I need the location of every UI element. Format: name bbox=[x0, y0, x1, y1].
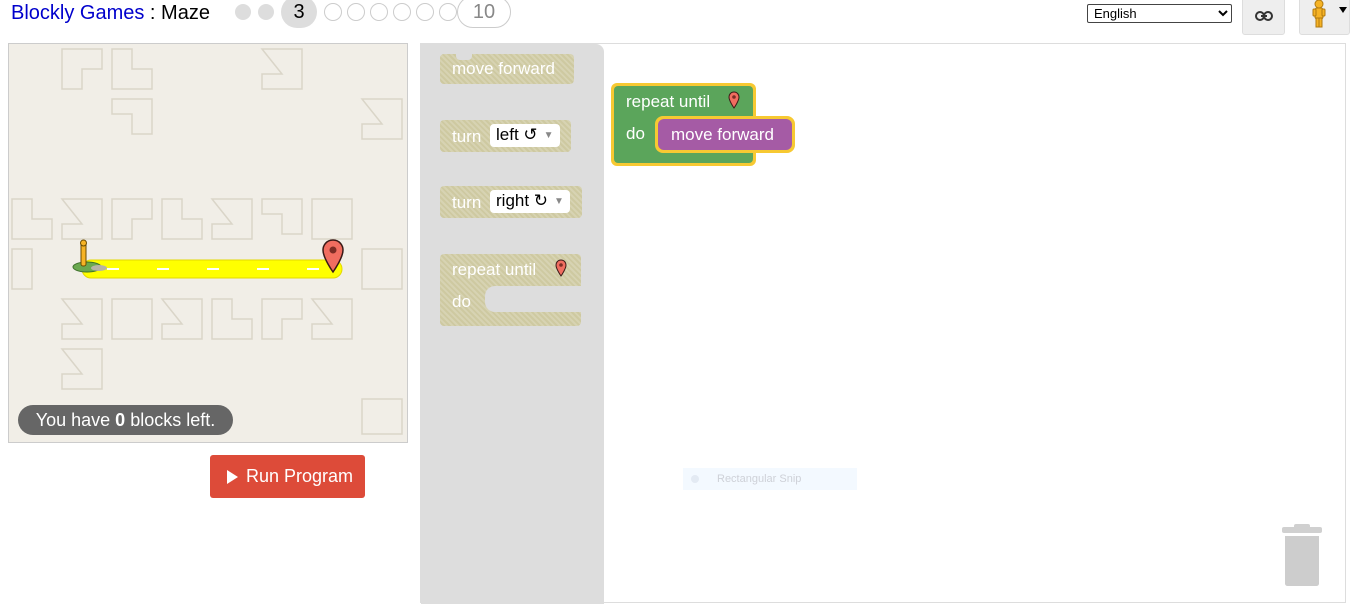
goal-pin-icon bbox=[728, 91, 740, 109]
level-2-dot[interactable] bbox=[258, 4, 274, 20]
dropdown-arrow-icon: ▼ bbox=[543, 130, 554, 141]
snip-label: Rectangular Snip bbox=[717, 473, 802, 485]
language-select[interactable]: English bbox=[1087, 4, 1232, 23]
toolbox-turn-right-block[interactable]: turn right ↻ ▼ bbox=[440, 186, 582, 218]
level-6-dot[interactable] bbox=[370, 3, 388, 21]
snip-icon bbox=[691, 475, 699, 483]
block-label: move forward bbox=[452, 59, 555, 78]
start-marker-icon bbox=[72, 239, 107, 273]
pegman-button[interactable] bbox=[1299, 0, 1350, 35]
block-label: turn bbox=[452, 193, 482, 212]
direction-dropdown[interactable]: left ↺ ▼ bbox=[490, 124, 560, 147]
pegman-icon bbox=[1312, 0, 1326, 28]
level-9-dot[interactable] bbox=[439, 3, 457, 21]
level-7-dot[interactable] bbox=[393, 3, 411, 21]
page-title: Blockly Games : Maze bbox=[11, 2, 210, 25]
level-8-dot[interactable] bbox=[416, 3, 434, 21]
block-label: repeat until bbox=[626, 92, 711, 111]
title-separator: : bbox=[144, 2, 162, 24]
do-label: do bbox=[452, 292, 471, 311]
level-last-indicator[interactable]: 10 bbox=[457, 0, 511, 28]
capacity-suffix: blocks left. bbox=[125, 410, 216, 430]
link-icon bbox=[1255, 11, 1273, 21]
capacity-prefix: You have bbox=[35, 410, 116, 430]
trash-icon[interactable] bbox=[1280, 524, 1324, 586]
move-forward-block[interactable]: move forward bbox=[655, 116, 795, 153]
do-label: do bbox=[626, 124, 645, 143]
goal-pin-icon bbox=[555, 259, 567, 277]
run-program-label: Run Program bbox=[246, 466, 354, 486]
direction-value: right ↻ bbox=[496, 191, 549, 210]
dropdown-arrow-icon: ▼ bbox=[554, 196, 564, 207]
capacity-count: 0 bbox=[115, 410, 126, 430]
toolbox-flyout[interactable]: move forward turn left ↺ ▼ turn right ↻ ▼ … bbox=[421, 44, 604, 604]
finish-marker-icon bbox=[322, 239, 344, 274]
capacity-bubble: You have 0 blocks left. bbox=[18, 405, 233, 435]
block-label: turn bbox=[452, 127, 482, 146]
app-home-link[interactable]: Blockly Games bbox=[11, 2, 144, 24]
direction-value: left ↺ bbox=[496, 125, 538, 144]
level-4-dot[interactable] bbox=[324, 3, 342, 21]
level-5-dot[interactable] bbox=[347, 3, 365, 21]
chevron-down-icon bbox=[1339, 7, 1347, 13]
block-label: repeat until bbox=[452, 260, 537, 279]
statement-slot bbox=[485, 286, 581, 312]
direction-dropdown[interactable]: right ↻ ▼ bbox=[490, 190, 570, 213]
block-label: move forward bbox=[671, 125, 774, 144]
level-current-indicator[interactable]: 3 bbox=[281, 0, 317, 28]
run-program-button[interactable]: Run Program bbox=[210, 455, 365, 498]
toolbox-move-forward-block[interactable]: move forward bbox=[440, 54, 574, 84]
play-icon bbox=[227, 470, 238, 484]
snipping-tool-ghost: Rectangular Snip bbox=[683, 468, 857, 490]
game-name: Maze bbox=[161, 2, 210, 24]
toolbox-repeat-until-block[interactable]: repeat until do bbox=[440, 254, 581, 326]
toolbox-turn-left-block[interactable]: turn left ↺ ▼ bbox=[440, 120, 571, 152]
link-button[interactable] bbox=[1242, 0, 1285, 35]
level-1-dot[interactable] bbox=[235, 4, 251, 20]
maze-display bbox=[8, 43, 408, 443]
